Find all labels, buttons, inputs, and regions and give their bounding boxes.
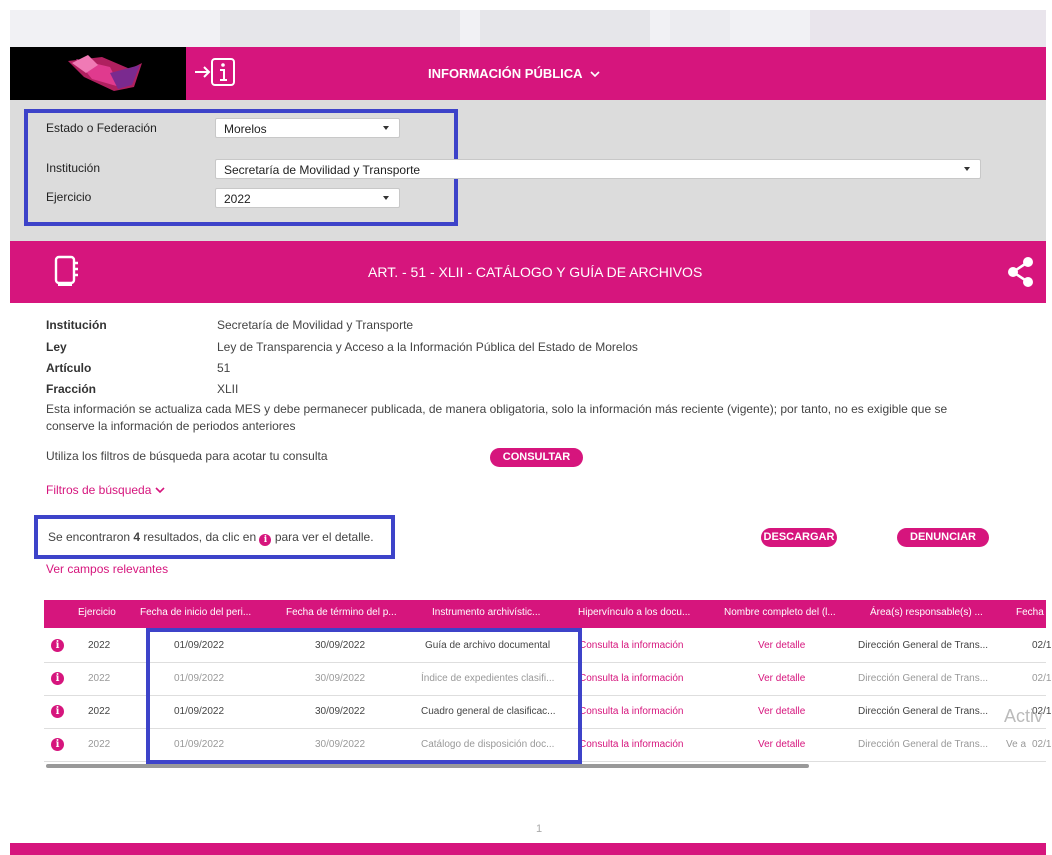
- column-header[interactable]: Ejercicio: [78, 607, 116, 618]
- table-header: Ejercicio Fecha de inicio del peri... Fe…: [44, 600, 1052, 628]
- ejercicio-select[interactable]: 2022: [215, 188, 400, 208]
- detail-articulo-value: 51: [217, 361, 231, 375]
- caret-down-icon: [964, 167, 970, 171]
- top-strip: [10, 10, 1046, 47]
- info-icon[interactable]: i: [51, 738, 64, 751]
- cell-area: Dirección General de Trans...: [858, 673, 989, 684]
- cell-hipervinculo-link[interactable]: Consulta la información: [579, 640, 684, 651]
- caret-down-icon: [383, 126, 389, 130]
- logo-icon[interactable]: [10, 47, 186, 100]
- info-icon[interactable]: i: [51, 705, 64, 718]
- cell-ver-detalle-link[interactable]: Ver detalle: [758, 640, 805, 651]
- estado-select[interactable]: Morelos: [215, 118, 400, 138]
- column-header[interactable]: Instrumento archivístic...: [432, 607, 540, 618]
- cell-ejercicio: 2022: [88, 640, 111, 651]
- info-login-icon[interactable]: [193, 55, 243, 89]
- column-header[interactable]: Hipervínculo a los docu...: [578, 607, 690, 618]
- watermark-line2: Ve a: [1006, 739, 1027, 750]
- detail-articulo-label: Artículo: [46, 361, 92, 375]
- cell-hipervinculo-link[interactable]: Consulta la información: [579, 673, 684, 684]
- nav-menu-informacion-publica[interactable]: INFORMACIÓN PÚBLICA: [428, 66, 600, 81]
- detail-ley-value: Ley de Transparencia y Acceso a la Infor…: [217, 340, 638, 354]
- info-icon[interactable]: i: [51, 639, 64, 652]
- pagination-page[interactable]: 1: [536, 823, 542, 835]
- institucion-value: Secretaría de Movilidad y Transporte: [224, 163, 421, 177]
- filtros-busqueda-label: Filtros de búsqueda: [46, 483, 152, 497]
- results-suffix: para ver el detalle.: [271, 530, 374, 544]
- cell-ejercicio: 2022: [88, 739, 111, 750]
- detail-institucion-label: Institución: [46, 318, 107, 332]
- column-header[interactable]: Fecha de inicio del peri...: [140, 607, 251, 618]
- cell-ver-detalle-link[interactable]: Ver detalle: [758, 673, 805, 684]
- cell-area: Dirección General de Trans...: [858, 706, 989, 717]
- results-middle: resultados, da clic en: [140, 530, 260, 544]
- chevron-down-icon: [155, 483, 165, 497]
- column-header[interactable]: Fecha d: [1016, 607, 1052, 618]
- cell-fecha: 02/1: [1032, 673, 1052, 684]
- results-summary: Se encontraron 4 resultados, da clic en …: [48, 530, 374, 546]
- descargar-button[interactable]: DESCARGAR: [761, 528, 837, 547]
- share-icon[interactable]: [1006, 256, 1036, 288]
- cell-hipervinculo-link[interactable]: Consulta la información: [579, 706, 684, 717]
- cell-area: Dirección General de Trans...: [858, 739, 989, 750]
- nav-title-label: INFORMACIÓN PÚBLICA: [428, 66, 583, 81]
- estado-label: Estado o Federación: [46, 121, 157, 135]
- chevron-down-icon: [590, 66, 600, 81]
- update-note-line2: conserve la información de periodos ante…: [46, 419, 296, 433]
- column-header[interactable]: Fecha de término del p...: [286, 607, 397, 618]
- horizontal-scrollbar[interactable]: [46, 764, 809, 768]
- info-icon: i: [259, 534, 272, 546]
- cell-fecha: 02/1: [1032, 739, 1052, 750]
- info-icon[interactable]: i: [51, 672, 64, 685]
- filtros-busqueda-link[interactable]: Filtros de búsqueda: [46, 483, 165, 497]
- column-header[interactable]: Área(s) responsable(s) ...: [870, 607, 983, 618]
- cell-hipervinculo-link[interactable]: Consulta la información: [579, 739, 684, 750]
- detail-ley-label: Ley: [46, 340, 67, 354]
- search-hint: Utiliza los filtros de búsqueda para aco…: [46, 449, 328, 463]
- highlight-box-table: [146, 628, 582, 764]
- cell-ver-detalle-link[interactable]: Ver detalle: [758, 739, 805, 750]
- cell-ver-detalle-link[interactable]: Ver detalle: [758, 706, 805, 717]
- detail-institucion-value: Secretaría de Movilidad y Transporte: [217, 318, 414, 332]
- cell-ejercicio: 2022: [88, 673, 111, 684]
- institucion-select[interactable]: Secretaría de Movilidad y Transporte: [215, 159, 981, 179]
- institucion-label: Institución: [46, 161, 101, 175]
- cell-fecha: 02/1: [1032, 640, 1052, 651]
- cell-ejercicio: 2022: [88, 706, 111, 717]
- consultar-button[interactable]: CONSULTAR: [490, 448, 583, 467]
- ejercicio-value: 2022: [224, 192, 251, 206]
- detail-fraccion-label: Fracción: [46, 382, 97, 396]
- watermark-line1: Activ: [1004, 706, 1044, 726]
- detail-fraccion-value: XLII: [217, 382, 239, 396]
- ver-campos-relevantes-link[interactable]: Ver campos relevantes: [46, 562, 168, 576]
- document-icon: [52, 253, 82, 289]
- footer-bar: [10, 843, 1046, 855]
- results-prefix: Se encontraron: [48, 530, 134, 544]
- estado-value: Morelos: [224, 122, 267, 136]
- caret-down-icon: [383, 196, 389, 200]
- cell-area: Dirección General de Trans...: [858, 640, 989, 651]
- article-title: ART. - 51 - XLII - CATÁLOGO Y GUÍA DE AR…: [368, 264, 703, 280]
- update-note-line1: Esta información se actualiza cada MES y…: [46, 402, 948, 416]
- ejercicio-label: Ejercicio: [46, 190, 92, 204]
- column-header[interactable]: Nombre completo del (l...: [724, 607, 836, 618]
- denunciar-button[interactable]: DENUNCIAR: [897, 528, 989, 547]
